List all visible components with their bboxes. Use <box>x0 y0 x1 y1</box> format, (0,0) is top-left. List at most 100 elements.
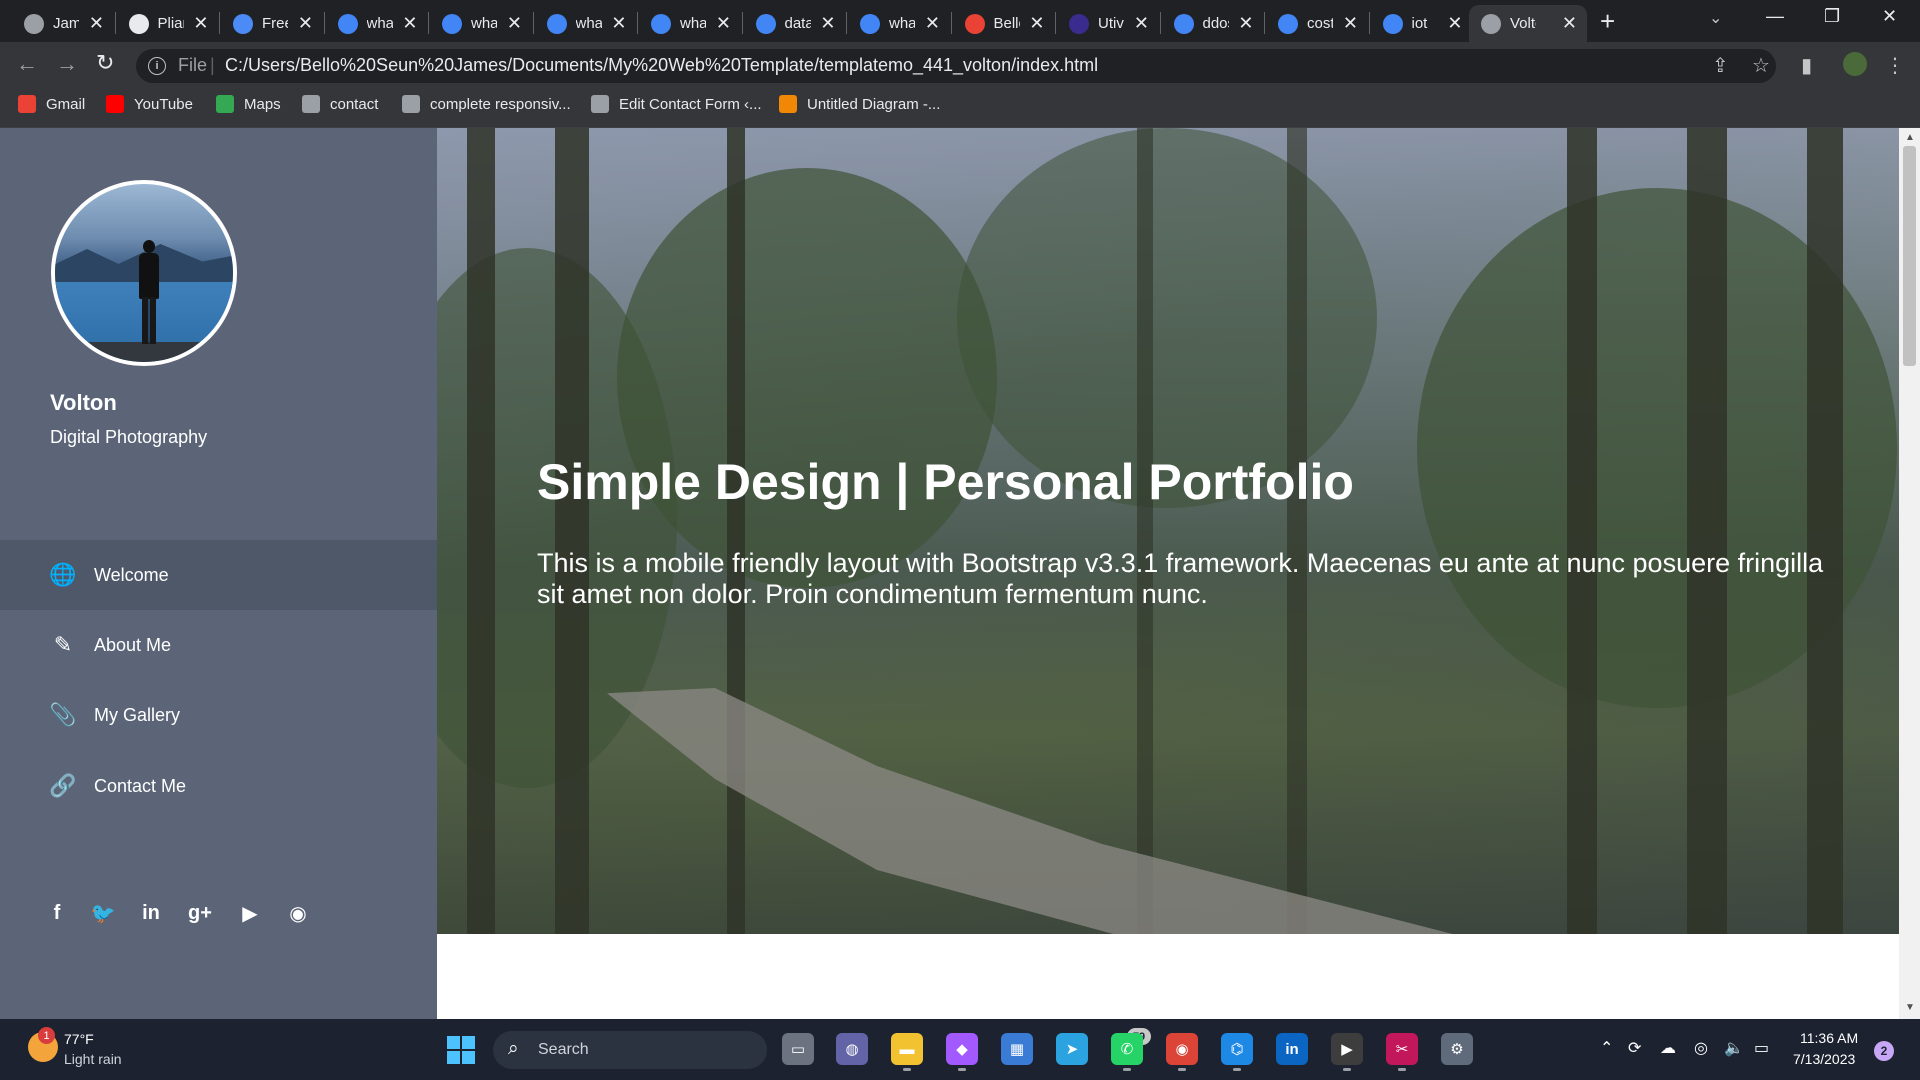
browser-tab[interactable]: ddos ✕ <box>1162 5 1264 42</box>
share-icon[interactable]: ⇪ <box>1712 53 1729 78</box>
linkedin-icon[interactable]: in <box>1276 1033 1308 1065</box>
chevron-up-icon[interactable]: ⌃ <box>1600 1038 1613 1058</box>
tab-close-icon[interactable]: ✕ <box>820 13 835 34</box>
browser-tab[interactable]: Pliant ✕ <box>117 5 219 42</box>
bookmark-item[interactable]: Maps <box>216 95 281 113</box>
file-explorer-icon[interactable]: ▬ <box>891 1033 923 1071</box>
figma-icon[interactable]: ◆ <box>946 1033 978 1071</box>
tab-close-icon[interactable]: ✕ <box>1134 13 1149 34</box>
tab-close-icon[interactable]: ✕ <box>1562 13 1577 34</box>
task-view-icon[interactable]: ▭ <box>782 1033 814 1065</box>
battery-icon[interactable]: ▭ <box>1754 1038 1769 1058</box>
globe-icon <box>302 95 320 113</box>
browser-tab[interactable]: what ✕ <box>848 5 950 42</box>
browser-tab[interactable]: James Bello ✕ <box>12 5 114 42</box>
clock-time[interactable]: 11:36 AM <box>1800 1030 1858 1046</box>
globe-icon <box>1481 13 1501 34</box>
facebook-icon[interactable]: f <box>44 900 70 926</box>
browser-tab[interactable]: cost ✕ <box>1266 5 1368 42</box>
nav-item-my-gallery[interactable]: 📎 My Gallery <box>0 680 437 750</box>
clock-date[interactable]: 7/13/2023 <box>1793 1051 1855 1067</box>
browser-tab[interactable]: data ✕ <box>744 5 846 42</box>
tab-close-icon[interactable]: ✕ <box>1238 13 1253 34</box>
linkedin-icon[interactable]: in <box>138 900 164 926</box>
tab-title: cost <box>1307 15 1333 32</box>
nav-item-contact-me[interactable]: 🔗 Contact Me <box>0 751 437 821</box>
browser-tab[interactable]: iot ✕ <box>1371 5 1473 42</box>
sync-icon[interactable]: ⟳ <box>1628 1038 1641 1058</box>
tab-close-icon[interactable]: ✕ <box>925 13 940 34</box>
side-panel-icon[interactable]: ▮ <box>1801 53 1812 78</box>
bookmark-label: contact <box>330 95 379 113</box>
tab-close-icon[interactable]: ✕ <box>193 13 208 34</box>
network-icon[interactable]: ◎ <box>1694 1038 1708 1058</box>
youtube-icon[interactable]: ▶ <box>237 900 263 926</box>
site-info-icon[interactable]: i <box>148 57 166 75</box>
telegram-icon[interactable]: ➤ <box>1056 1033 1088 1065</box>
nav-item-welcome[interactable]: 🌐 Welcome <box>0 540 437 610</box>
scroll-thumb[interactable] <box>1903 146 1916 366</box>
tab-close-icon[interactable]: ✕ <box>1447 13 1462 34</box>
chrome-icon[interactable]: ◉ <box>1166 1033 1198 1071</box>
restore-icon[interactable]: ❐ <box>1824 6 1840 27</box>
tab-close-icon[interactable]: ✕ <box>716 13 731 34</box>
weather-description[interactable]: Light rain <box>64 1051 122 1067</box>
teams-chat-icon[interactable]: ◍ <box>836 1033 868 1065</box>
profile-avatar[interactable] <box>1843 52 1867 76</box>
tab-close-icon[interactable]: ✕ <box>507 13 522 34</box>
vscode-icon[interactable]: ⌬ <box>1221 1033 1253 1071</box>
tab-close-icon[interactable]: ✕ <box>402 13 417 34</box>
google-plus-icon[interactable]: g+ <box>187 900 213 926</box>
tab-search-icon[interactable]: ⌄ <box>1709 8 1722 28</box>
nav-item-about-me[interactable]: ✎ About Me <box>0 610 437 680</box>
scroll-up-icon[interactable]: ▲ <box>1905 132 1915 143</box>
maps-icon <box>216 95 234 113</box>
tab-close-icon[interactable]: ✕ <box>1343 13 1358 34</box>
url-text[interactable]: C:/Users/Bello%20Seun%20James/Documents/… <box>225 55 1098 76</box>
page-scrollbar[interactable]: ▲ ▼ <box>1899 128 1920 1019</box>
cloud-icon[interactable]: ☁ <box>1660 1038 1676 1058</box>
close-window-icon[interactable]: ✕ <box>1882 6 1897 27</box>
bookmark-label: Maps <box>244 95 281 113</box>
notification-badge[interactable]: 2 <box>1874 1041 1894 1061</box>
back-icon[interactable]: ← <box>16 51 38 77</box>
snipping-tool-icon[interactable]: ✂ <box>1386 1033 1418 1071</box>
bookmark-item[interactable]: YouTube <box>106 95 193 113</box>
volume-icon[interactable]: 🔈 <box>1724 1038 1744 1058</box>
bookmark-item[interactable]: contact <box>302 95 378 113</box>
browser-tab[interactable]: what ✕ <box>326 5 428 42</box>
bookmark-star-icon[interactable]: ☆ <box>1752 53 1770 78</box>
nav-label: My Gallery <box>94 704 181 725</box>
taskbar-search[interactable] <box>493 1031 767 1069</box>
new-tab-button[interactable]: + <box>1600 6 1615 37</box>
tab-close-icon[interactable]: ✕ <box>298 13 313 34</box>
reload-icon[interactable]: ↻ <box>96 50 114 76</box>
tab-close-icon[interactable]: ✕ <box>611 13 626 34</box>
browser-tab[interactable]: Volton ✕ <box>1469 5 1587 42</box>
tab-close-icon[interactable]: ✕ <box>89 13 104 34</box>
weather-temperature[interactable]: 77°F <box>64 1031 94 1047</box>
bookmark-item[interactable]: Gmail <box>18 95 85 113</box>
forward-icon[interactable]: → <box>56 51 78 77</box>
whatsapp-icon[interactable]: ✆ <box>1111 1033 1143 1071</box>
bookmark-item[interactable]: complete responsiv... <box>402 95 571 113</box>
settings-icon[interactable]: ⚙ <box>1441 1033 1473 1065</box>
browser-tab[interactable]: Free ✕ <box>221 5 323 42</box>
browser-tab[interactable]: Bello ✕ <box>953 5 1055 42</box>
twitter-icon[interactable]: 🐦 <box>90 900 116 926</box>
scroll-down-icon[interactable]: ▼ <box>1905 1002 1915 1013</box>
bookmark-item[interactable]: Edit Contact Form ‹... <box>591 95 762 113</box>
rss-icon[interactable]: ◉ <box>285 900 311 926</box>
tab-close-icon[interactable]: ✕ <box>1029 13 1044 34</box>
menu-icon[interactable]: ⋮ <box>1885 53 1905 78</box>
browser-tab[interactable]: what ✕ <box>535 5 637 42</box>
bookmark-item[interactable]: Untitled Diagram -... <box>779 95 940 113</box>
media-player-icon[interactable]: ▶ <box>1331 1033 1363 1071</box>
browser-tab[interactable]: what ✕ <box>430 5 532 42</box>
browser-tab[interactable]: Utiva ✕ <box>1057 5 1159 42</box>
microsoft-store-icon[interactable]: ▦ <box>1001 1033 1033 1065</box>
start-button[interactable] <box>447 1036 475 1064</box>
minimize-icon[interactable]: — <box>1766 6 1784 27</box>
free-icon <box>233 13 253 34</box>
browser-tab[interactable]: what ✕ <box>639 5 741 42</box>
